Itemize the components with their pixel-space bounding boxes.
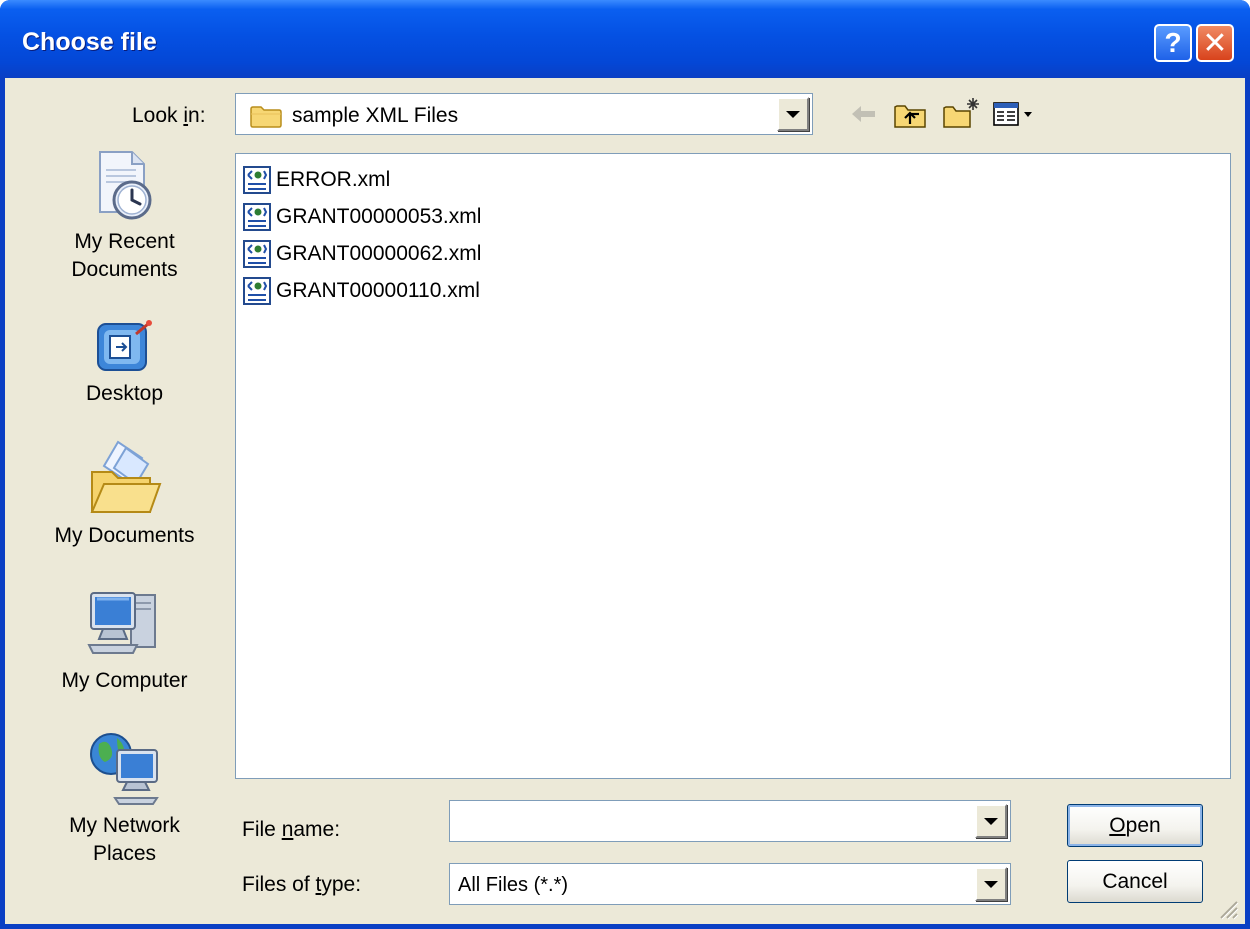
- place-desktop[interactable]: Desktop: [37, 316, 212, 408]
- view-menu-icon[interactable]: [992, 100, 1044, 130]
- file-type-dropdown[interactable]: All Files (*.*): [449, 863, 1011, 905]
- help-icon: ?: [1164, 27, 1182, 58]
- look-in-dropdown[interactable]: sample XML Files: [235, 93, 813, 135]
- place-my-documents[interactable]: My Documents: [37, 438, 212, 550]
- open-button[interactable]: Open: [1067, 804, 1203, 847]
- place-label: My Computer: [61, 669, 188, 692]
- close-icon: ✕: [1202, 26, 1228, 60]
- file-type-label: Files of type:: [242, 873, 362, 896]
- place-label: Places: [92, 842, 157, 865]
- dialog-body: Look in: sample XML Files My Recent Docu…: [5, 78, 1245, 924]
- recent-documents-icon: [98, 151, 151, 220]
- resize-grip-icon[interactable]: [1217, 898, 1239, 920]
- help-button[interactable]: ?: [1154, 24, 1192, 62]
- place-my-network[interactable]: My Network Places: [37, 728, 212, 868]
- cancel-button[interactable]: Cancel: [1067, 860, 1203, 903]
- list-item[interactable]: ERROR.xml: [242, 163, 390, 197]
- dialog-title: Choose file: [22, 28, 157, 56]
- xml-file-icon: [243, 240, 271, 268]
- chevron-down-icon: [984, 880, 998, 888]
- xml-file-icon: [243, 277, 271, 305]
- open-button-label: Open: [1109, 813, 1161, 837]
- look-in-dropdown-button[interactable]: [777, 97, 809, 131]
- my-computer-icon: [86, 592, 156, 654]
- chevron-down-icon: [786, 110, 800, 118]
- place-label: My Network: [69, 814, 180, 837]
- place-label: My Documents: [54, 524, 195, 547]
- file-name-dropdown-button[interactable]: [975, 804, 1007, 838]
- file-list[interactable]: ERROR.xml GRANT00000053.xml GRANT0000006…: [235, 153, 1231, 779]
- place-recent-documents[interactable]: My Recent Documents: [37, 148, 212, 284]
- file-name: ERROR.xml: [276, 168, 391, 191]
- chevron-down-icon: [984, 817, 998, 825]
- place-label: My Recent: [74, 230, 175, 253]
- folder-icon: [250, 106, 282, 128]
- file-name: GRANT00000053.xml: [276, 205, 482, 228]
- network-places-icon: [89, 733, 159, 805]
- xml-file-icon: [243, 166, 271, 194]
- up-folder-icon[interactable]: [893, 102, 927, 130]
- desktop-icon: [96, 320, 152, 371]
- file-name: GRANT00000110.xml: [276, 279, 480, 302]
- file-name: GRANT00000062.xml: [276, 242, 482, 265]
- cancel-button-label: Cancel: [1102, 869, 1168, 893]
- list-item[interactable]: GRANT00000062.xml: [242, 237, 481, 271]
- title-bar[interactable]: Choose file ? ✕: [0, 0, 1250, 78]
- place-label: Desktop: [85, 382, 164, 405]
- new-folder-icon[interactable]: [942, 96, 982, 130]
- file-name-field[interactable]: [449, 800, 1011, 842]
- list-item[interactable]: GRANT00000110.xml: [242, 274, 480, 308]
- file-type-value: All Files (*.*): [458, 874, 569, 896]
- xml-file-icon: [243, 203, 271, 231]
- file-name-label: File name:: [242, 818, 341, 841]
- place-label: Documents: [71, 258, 178, 281]
- places-bar: My Recent Documents Desktop My Documents…: [37, 148, 212, 888]
- look-in-label: Look in:: [132, 104, 206, 127]
- back-icon[interactable]: [848, 102, 880, 126]
- file-type-dropdown-button[interactable]: [975, 867, 1007, 901]
- my-documents-icon: [89, 440, 161, 513]
- look-in-value: sample XML Files: [292, 104, 459, 127]
- list-item[interactable]: GRANT00000053.xml: [242, 200, 481, 234]
- place-my-computer[interactable]: My Computer: [37, 585, 212, 695]
- close-button[interactable]: ✕: [1196, 24, 1234, 62]
- choose-file-dialog: Choose file ? ✕ Look in: sample XML File…: [0, 0, 1250, 929]
